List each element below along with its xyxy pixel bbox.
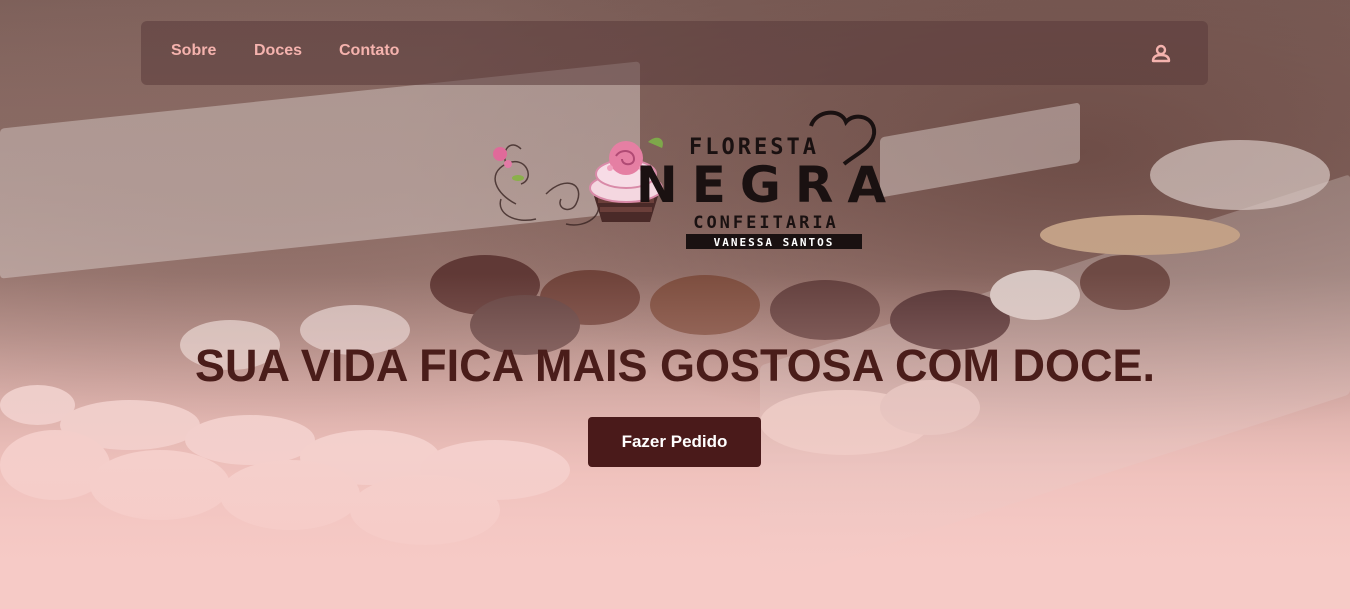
- logo-line4: VANESSA SANTOS: [714, 236, 835, 249]
- logo-line2: NEGRA: [636, 156, 886, 214]
- fazer-pedido-button[interactable]: Fazer Pedido: [588, 417, 761, 467]
- user-icon[interactable]: [1149, 41, 1173, 65]
- hero-background-image: [0, 0, 1350, 609]
- hero-headline: SUA VIDA FICA MAIS GOSTOSA COM DOCE.: [194, 340, 1156, 391]
- brand-logo: FLORESTA NEGRA CONFEITARIA VANESSA SANTO…: [476, 104, 886, 252]
- logo-line3: CONFEITARIA: [693, 213, 839, 233]
- top-navbar: Sobre Doces Contato: [141, 21, 1208, 85]
- nav-link-sobre[interactable]: Sobre: [171, 42, 216, 60]
- nav-link-doces[interactable]: Doces: [254, 42, 302, 60]
- nav-link-contato[interactable]: Contato: [339, 42, 399, 60]
